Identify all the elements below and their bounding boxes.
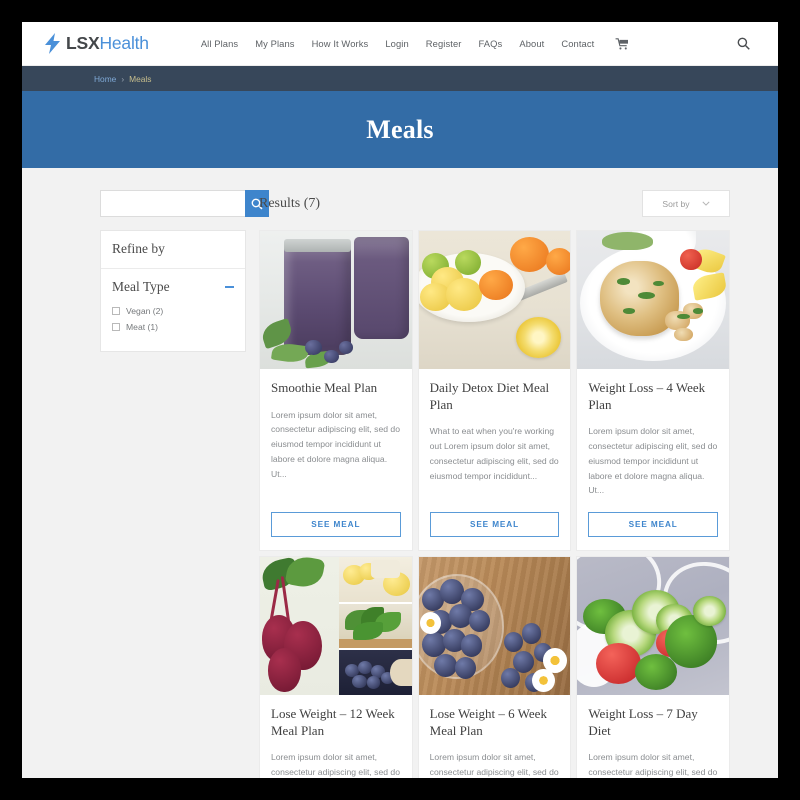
breadcrumb: Home › Meals bbox=[22, 66, 778, 91]
citrus-fruits-photo bbox=[418, 231, 571, 369]
sidebar: Refine by Meal Type Vegan (2) Meat (1) bbox=[100, 190, 269, 778]
card-image bbox=[418, 231, 571, 369]
vegetable-splash-photo bbox=[577, 557, 729, 696]
meal-card[interactable]: Daily Detox Diet Meal Plan What to eat w… bbox=[417, 230, 572, 552]
card-image bbox=[418, 557, 571, 696]
search-icon bbox=[737, 37, 750, 50]
meal-card[interactable]: Lose Weight – 12 Week Meal Plan Lorem ip… bbox=[259, 556, 413, 778]
nav-item-login[interactable]: Login bbox=[385, 38, 408, 49]
card-body: Weight Loss – 4 Week Plan Lorem ipsum do… bbox=[577, 369, 729, 550]
card-body: Smoothie Meal Plan Lorem ipsum dolor sit… bbox=[260, 369, 412, 550]
search-input[interactable] bbox=[100, 190, 245, 217]
page-frame: LSXHealth All Plans My Plans How It Work… bbox=[22, 22, 778, 778]
card-image bbox=[577, 557, 729, 696]
card-description: Lorem ipsum dolor sit amet, consectetur … bbox=[588, 752, 718, 778]
page-title: Meals bbox=[366, 114, 434, 144]
see-meal-button[interactable]: SEE MEAL bbox=[588, 512, 718, 538]
card-title: Weight Loss – 4 Week Plan bbox=[588, 380, 706, 412]
card-title: Smoothie Meal Plan bbox=[271, 380, 378, 395]
card-image bbox=[260, 557, 412, 696]
facet-option-meat[interactable]: Meat (1) bbox=[112, 322, 234, 332]
card-description: Lorem ipsum dolor sit amet, consectetur … bbox=[271, 409, 400, 479]
fish-cake-plate-photo bbox=[577, 231, 729, 369]
see-meal-button[interactable]: SEE MEAL bbox=[429, 512, 560, 538]
meal-card[interactable]: Weight Loss – 7 Day Diet Lorem ipsum dol… bbox=[576, 556, 730, 778]
meal-card[interactable]: Lose Weight – 6 Week Meal Plan Lorem ips… bbox=[417, 556, 572, 778]
sort-by-label: Sort by bbox=[662, 198, 690, 209]
nav-item-about[interactable]: About bbox=[519, 38, 544, 49]
facet-title: Meal Type bbox=[112, 279, 170, 294]
logo-text-primary: LSX bbox=[66, 32, 100, 53]
results-column: Results (7) Sort by Smoothie Meal Plan L… bbox=[259, 190, 730, 778]
card-title: Weight Loss – 7 Day Diet bbox=[588, 706, 698, 738]
nav-item-all-plans[interactable]: All Plans bbox=[201, 38, 238, 49]
meal-card-grid: Smoothie Meal Plan Lorem ipsum dolor sit… bbox=[259, 230, 730, 778]
vegetable-collage-photo bbox=[260, 557, 412, 696]
minus-icon[interactable] bbox=[225, 286, 234, 288]
nav-item-register[interactable]: Register bbox=[426, 38, 462, 49]
results-toolbar: Results (7) Sort by bbox=[259, 190, 730, 217]
card-image bbox=[577, 231, 729, 369]
facet-option-label: Vegan (2) bbox=[126, 306, 164, 316]
card-description: What to eat when you're working out Lore… bbox=[429, 426, 559, 481]
card-body: Lose Weight – 6 Week Meal Plan Lorem ips… bbox=[419, 695, 571, 778]
breadcrumb-current: Meals bbox=[129, 73, 152, 84]
card-body: Lose Weight – 12 Week Meal Plan Lorem ip… bbox=[260, 695, 412, 778]
breadcrumb-home[interactable]: Home bbox=[94, 74, 116, 84]
meal-card[interactable]: Weight Loss – 4 Week Plan Lorem ipsum do… bbox=[576, 230, 730, 552]
lightning-bolt-icon bbox=[45, 33, 60, 54]
card-title: Lose Weight – 6 Week Meal Plan bbox=[429, 706, 547, 738]
page-hero: Meals bbox=[22, 91, 778, 168]
facet-option-label: Meat (1) bbox=[126, 322, 158, 332]
card-body: Daily Detox Diet Meal Plan What to eat w… bbox=[419, 369, 571, 550]
nav-item-contact[interactable]: Contact bbox=[561, 38, 594, 49]
results-count: Results (7) bbox=[259, 195, 321, 211]
shopping-cart-icon[interactable] bbox=[615, 37, 629, 50]
facet-meal-type: Meal Type Vegan (2) Meat (1) bbox=[101, 269, 245, 351]
checkbox-vegan[interactable] bbox=[112, 307, 120, 315]
logo-text-secondary: Health bbox=[99, 32, 149, 53]
facet-option-vegan[interactable]: Vegan (2) bbox=[112, 306, 234, 316]
nav-item-my-plans[interactable]: My Plans bbox=[255, 38, 294, 49]
site-header: LSXHealth All Plans My Plans How It Work… bbox=[22, 22, 778, 66]
refine-panel: Refine by Meal Type Vegan (2) Meat (1) bbox=[100, 230, 246, 352]
chevron-down-icon bbox=[702, 201, 710, 206]
card-description: Lorem ipsum dolor sit amet, consectetur … bbox=[271, 752, 400, 778]
blueberry-bowl-photo bbox=[418, 557, 571, 696]
facet-header[interactable]: Meal Type bbox=[112, 279, 234, 295]
header-search-button[interactable] bbox=[737, 37, 758, 50]
site-logo[interactable]: LSXHealth bbox=[44, 33, 149, 54]
card-body: Weight Loss – 7 Day Diet Lorem ipsum dol… bbox=[577, 695, 729, 778]
smoothie-jars-photo bbox=[260, 231, 412, 369]
card-image bbox=[260, 231, 412, 369]
search-box bbox=[100, 190, 269, 217]
nav-item-faqs[interactable]: FAQs bbox=[479, 38, 503, 49]
card-description: Lorem ipsum dolor sit amet, consectetur … bbox=[588, 426, 718, 496]
main-navigation: All Plans My Plans How It Works Login Re… bbox=[201, 37, 630, 50]
see-meal-button[interactable]: SEE MEAL bbox=[271, 512, 401, 538]
refine-by-heading: Refine by bbox=[101, 231, 245, 269]
card-description: Lorem ipsum dolor sit amet, consectetur … bbox=[429, 752, 559, 778]
card-title: Lose Weight – 12 Week Meal Plan bbox=[271, 706, 395, 738]
content-area: Refine by Meal Type Vegan (2) Meat (1) R… bbox=[22, 168, 778, 778]
breadcrumb-separator: › bbox=[121, 73, 125, 84]
meal-card[interactable]: Smoothie Meal Plan Lorem ipsum dolor sit… bbox=[259, 230, 413, 552]
nav-item-how-it-works[interactable]: How It Works bbox=[312, 38, 369, 49]
sort-by-dropdown[interactable]: Sort by bbox=[642, 190, 730, 217]
checkbox-meat[interactable] bbox=[112, 323, 120, 331]
card-title: Daily Detox Diet Meal Plan bbox=[429, 380, 550, 412]
